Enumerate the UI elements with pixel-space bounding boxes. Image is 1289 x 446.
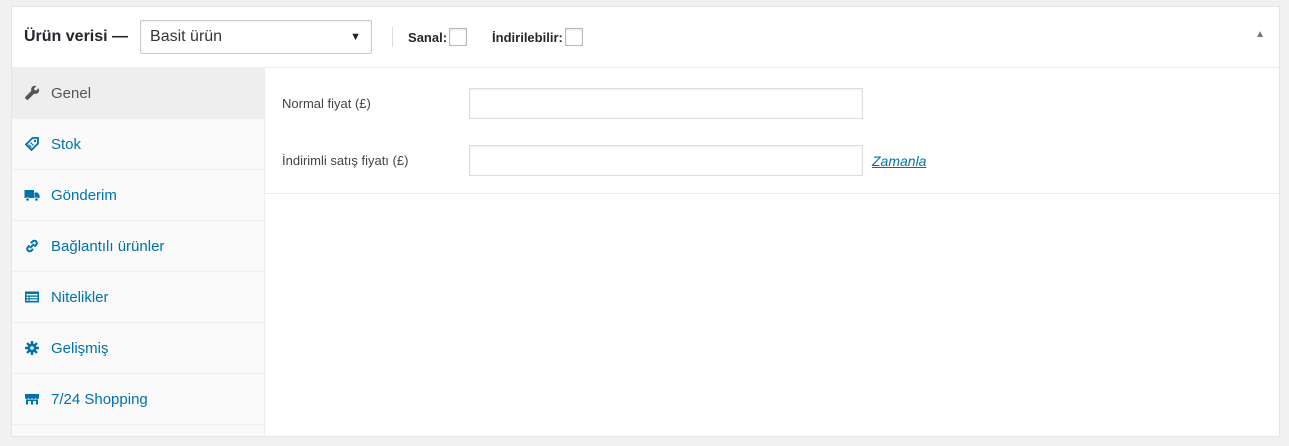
tab-label: Bağlantılı ürünler (51, 237, 165, 255)
list-card-icon (24, 289, 40, 305)
tab-linked-products[interactable]: Bağlantılı ürünler (12, 221, 264, 272)
pricing-fields: Normal fiyat (£) İndirimli satış fiyatı … (265, 68, 1279, 194)
tab-attributes[interactable]: Nitelikler (12, 272, 264, 323)
sale-price-label: İndirimli satış fiyatı (£) (282, 153, 409, 168)
tab-inventory[interactable]: Stok (12, 119, 264, 170)
tab-general[interactable]: Genel (12, 68, 264, 119)
collapse-toggle-icon[interactable]: ▲ (1255, 29, 1265, 40)
tab-advanced[interactable]: Gelişmiş (12, 323, 264, 374)
tab-label: 7/24 Shopping (51, 390, 148, 408)
sale-price-input[interactable] (469, 145, 863, 176)
panel-body: Genel Stok Gönderim Bağlantılı ürünler N… (12, 68, 1279, 436)
sale-price-row: İndirimli satış fiyatı (£) Zamanla (265, 145, 1279, 176)
virtual-label: Sanal: (408, 29, 448, 45)
downloadable-label: İndirilebilir: (492, 29, 563, 45)
truck-icon (24, 187, 40, 203)
downloadable-checkbox[interactable] (564, 28, 583, 46)
tab-label: Genel (51, 84, 92, 102)
panel-header: Ürün verisi — Basit ürün ▼ Sanal: İndiri… (12, 7, 1279, 68)
tab-label: Gönderim (51, 186, 117, 204)
tag-icon (24, 136, 40, 152)
downloadable-option: İndirilebilir: (492, 28, 583, 46)
product-data-panel: Ürün verisi — Basit ürün ▼ Sanal: İndiri… (11, 6, 1280, 437)
regular-price-row: Normal fiyat (£) (265, 88, 1279, 119)
virtual-option: Sanal: (408, 28, 468, 46)
tab-label: Nitelikler (51, 288, 109, 306)
gear-icon (24, 340, 40, 356)
general-tab-content: Normal fiyat (£) İndirimli satış fiyatı … (265, 68, 1279, 436)
header-divider (392, 27, 394, 47)
panel-title: Ürün verisi — (24, 28, 129, 45)
product-type-select[interactable]: Basit ürün ▼ (140, 20, 373, 54)
product-type-value: Basit ürün (150, 28, 223, 45)
product-data-tabs: Genel Stok Gönderim Bağlantılı ürünler N… (12, 68, 265, 436)
regular-price-input[interactable] (469, 88, 863, 119)
tab-shipping[interactable]: Gönderim (12, 170, 264, 221)
link-icon (24, 238, 40, 254)
tab-label: Stok (51, 135, 82, 153)
schedule-link[interactable]: Zamanla (872, 153, 926, 169)
regular-price-label: Normal fiyat (£) (282, 96, 371, 111)
storefront-icon (24, 391, 40, 407)
tab-7-24-shopping[interactable]: 7/24 Shopping (12, 374, 264, 425)
wrench-icon (24, 85, 40, 101)
virtual-checkbox[interactable] (449, 28, 468, 46)
tab-label: Gelişmiş (51, 339, 109, 357)
chevron-down-icon: ▼ (350, 31, 362, 43)
